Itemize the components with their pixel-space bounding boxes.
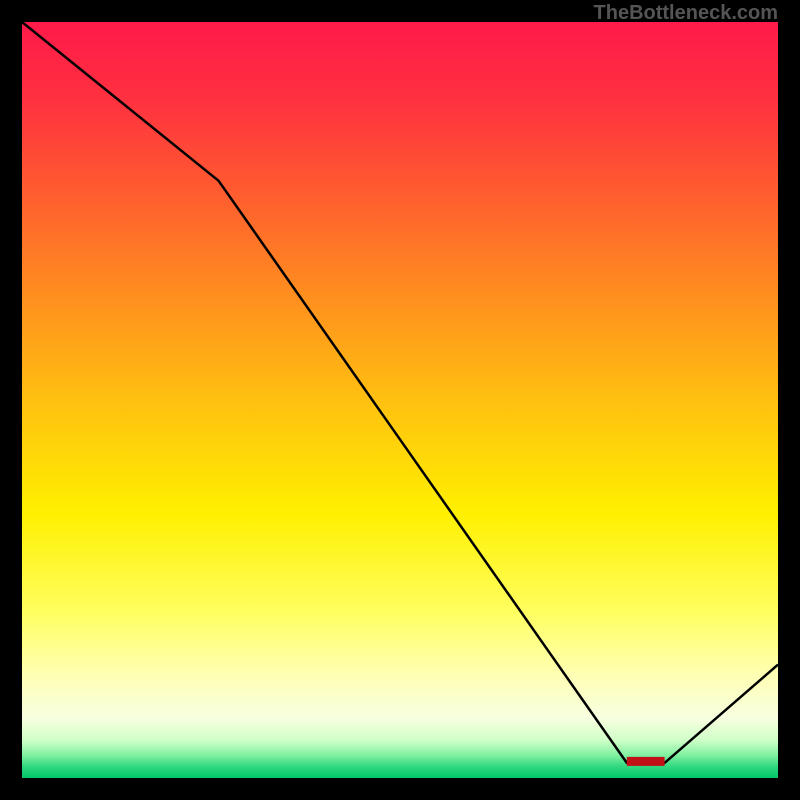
chart-plot-area — [22, 22, 778, 778]
watermark-text: TheBottleneck.com — [594, 2, 778, 25]
chart-svg — [22, 22, 778, 778]
minimum-marker — [627, 757, 665, 766]
chart-background — [22, 22, 778, 778]
